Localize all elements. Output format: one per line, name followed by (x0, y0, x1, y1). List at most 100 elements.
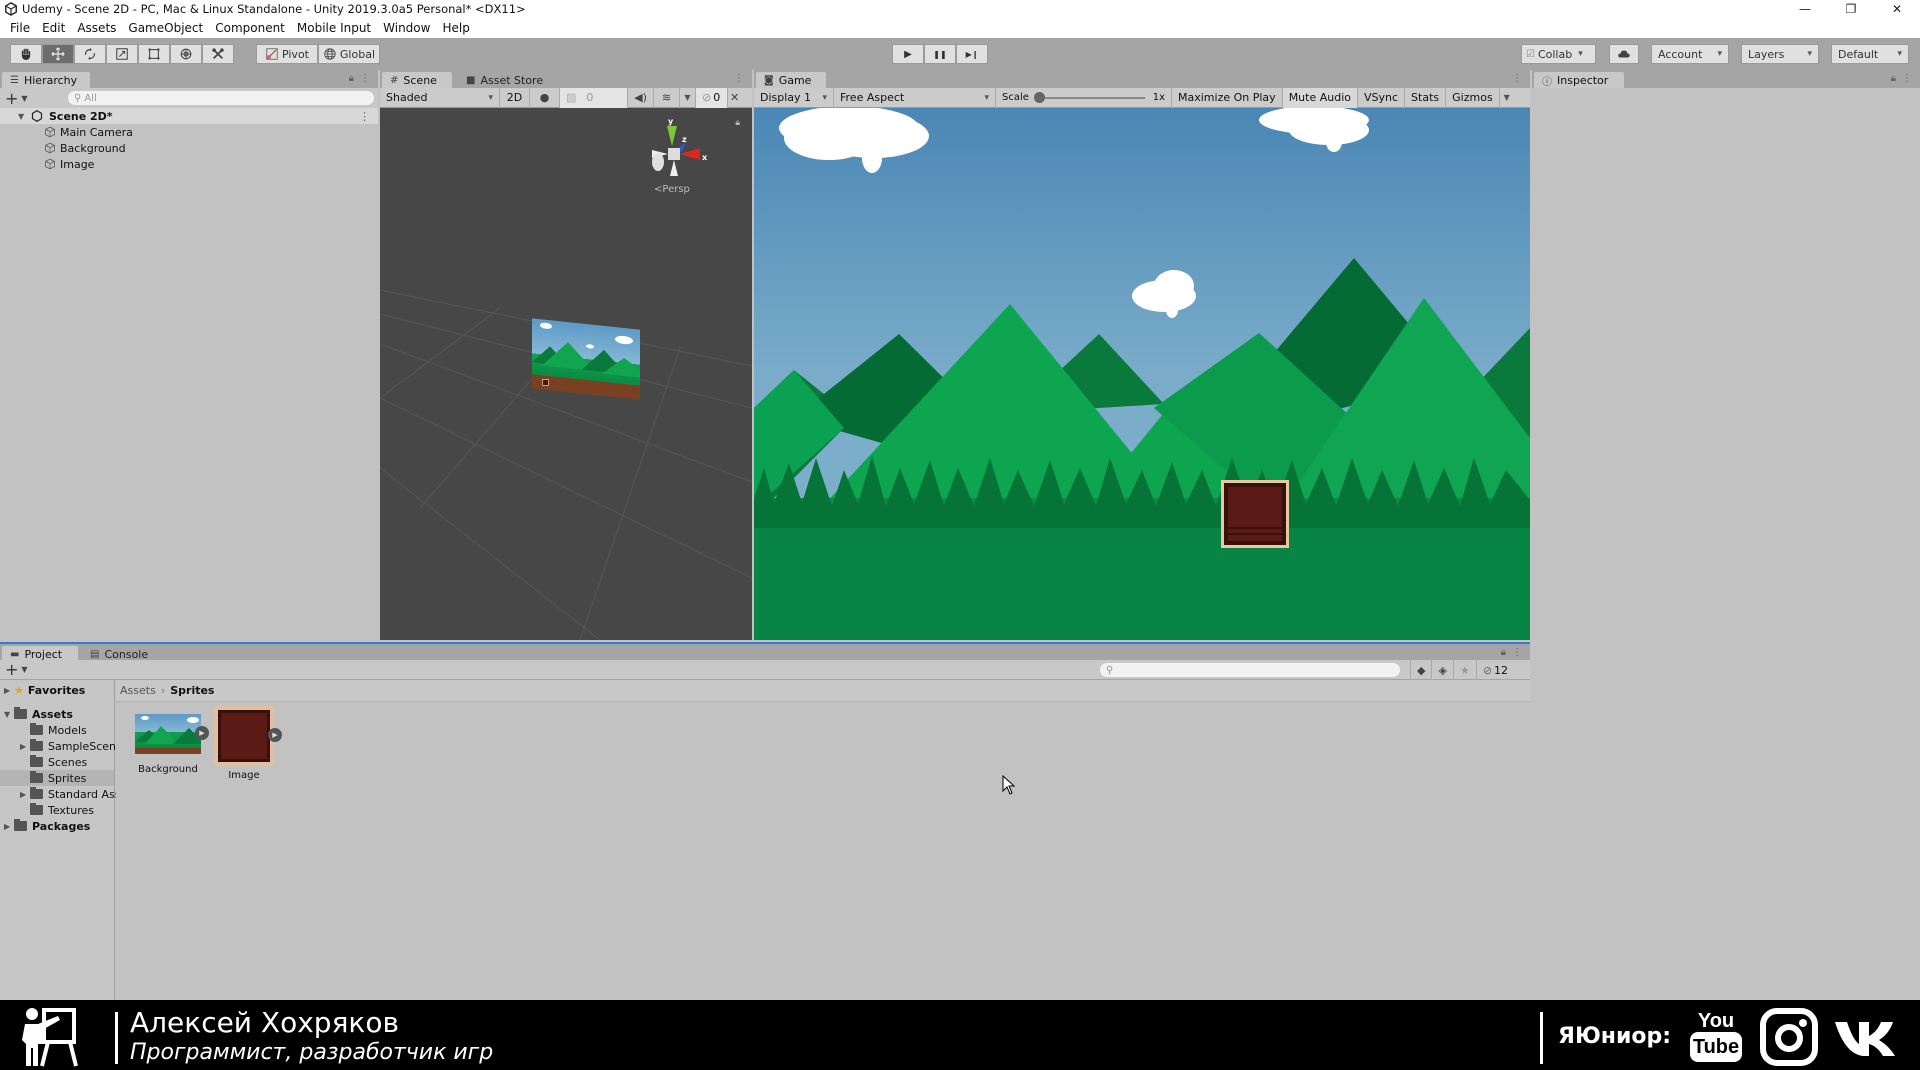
global-toggle[interactable]: Global (318, 44, 380, 64)
create-dropdown-icon[interactable]: ▼ (21, 665, 27, 674)
scene-background-sprite[interactable] (532, 318, 640, 400)
menu-file[interactable]: File (4, 21, 36, 35)
gizmo-lock-icon[interactable]: 🔒︎ (735, 118, 740, 128)
assets-root-row[interactable]: ▼ Assets (4, 706, 73, 722)
youtube-icon[interactable]: You Tube (1690, 1010, 1742, 1068)
scale-tool-button[interactable] (106, 44, 138, 64)
scene-image-sprite[interactable] (542, 379, 549, 386)
stats-toggle[interactable]: Stats (1405, 87, 1447, 108)
breadcrumb-assets[interactable]: Assets (120, 684, 156, 697)
menu-gameobject[interactable]: GameObject (122, 21, 209, 35)
2d-mode-toggle[interactable]: 2D (500, 87, 530, 108)
display-dropdown[interactable]: Display 1 (754, 87, 834, 108)
favorites-row[interactable]: ▶ ★ Favorites (4, 682, 85, 698)
gizmos-toggle[interactable]: Gizmos (1446, 87, 1500, 108)
hierarchy-item[interactable]: Background (0, 140, 378, 156)
tab-game[interactable]: ◙ Game (756, 72, 826, 88)
close-button[interactable]: ✕ (1874, 0, 1920, 17)
tree-folder[interactable]: Scenes (20, 754, 87, 770)
game-viewport[interactable] (754, 108, 1530, 640)
lock-icon[interactable]: 🔒︎ (349, 73, 354, 84)
hidden-packages-toggle[interactable]: ⊘ 12 (1477, 660, 1514, 680)
account-dropdown[interactable]: Account (1651, 44, 1729, 64)
menu-component[interactable]: Component (209, 21, 291, 35)
crate-sprite[interactable] (1221, 480, 1289, 548)
panel-menu-icon[interactable]: ⋮ (360, 73, 370, 84)
panel-menu-icon[interactable]: ⋮ (1512, 647, 1522, 658)
audio-toggle[interactable]: ◀) (628, 87, 654, 108)
hidden-objects-toggle[interactable]: ⊘ 0 (696, 87, 728, 108)
create-button[interactable]: + (5, 89, 18, 108)
vsync-toggle[interactable]: VSync (1358, 87, 1406, 108)
panel-menu-icon[interactable]: ⋮ (1512, 73, 1522, 84)
menu-mobile-input[interactable]: Mobile Input (291, 21, 377, 35)
search-by-label-button[interactable]: ◈ (1432, 660, 1454, 680)
hierarchy-item[interactable]: Main Camera (0, 124, 378, 140)
menu-edit[interactable]: Edit (36, 21, 71, 35)
scene-viewport[interactable]: y z x <Persp 🔒︎ (380, 108, 752, 640)
effects-dropdown[interactable]: ▼ (680, 87, 696, 108)
custom-tool-button[interactable] (202, 44, 234, 64)
tools-toggle[interactable]: ✕ (728, 88, 742, 108)
minimize-button[interactable]: — (1782, 0, 1828, 17)
collab-dropdown[interactable]: ☑ Collab (1521, 44, 1596, 64)
maximize-on-play-toggle[interactable]: Maximize On Play (1172, 87, 1283, 108)
persp-label[interactable]: <Persp (654, 184, 690, 195)
menu-help[interactable]: Help (436, 21, 475, 35)
project-search-input[interactable]: ⚲ (1100, 663, 1400, 677)
fx-toggle[interactable]: ▨ 0 (560, 87, 628, 108)
lock-icon[interactable]: 🔒︎ (1891, 73, 1896, 84)
hierarchy-search-input[interactable]: ⚲ All (68, 91, 374, 105)
restore-button[interactable]: ❐ (1828, 0, 1874, 17)
gizmos-dropdown[interactable]: ▼ (1500, 88, 1514, 108)
cloud-button[interactable] (1609, 44, 1639, 64)
tab-hierarchy[interactable]: ☰ Hierarchy (2, 72, 90, 88)
search-by-type-button[interactable]: ◆ (1410, 660, 1433, 680)
scale-slider-track[interactable] (1038, 96, 1145, 99)
create-asset-button[interactable]: + (5, 660, 18, 679)
aspect-dropdown[interactable]: Free Aspect (834, 87, 996, 108)
scene-menu-icon[interactable]: ⋮ (359, 110, 370, 123)
menu-assets[interactable]: Assets (71, 21, 122, 35)
tab-inspector[interactable]: ⓘ Inspector (1534, 72, 1624, 88)
asset-tile[interactable]: ▶ Image (204, 706, 284, 781)
mute-audio-toggle[interactable]: Mute Audio (1282, 87, 1358, 108)
tree-folder-selected[interactable]: Sprites (0, 770, 114, 786)
rotate-tool-button[interactable] (74, 44, 106, 64)
lighting-toggle[interactable]: ● (530, 87, 560, 108)
tab-scene[interactable]: # Scene (382, 72, 452, 88)
scale-slider[interactable]: Scale 1x (996, 87, 1172, 108)
tab-asset-store[interactable]: ■ Asset Store (458, 72, 558, 88)
expand-sprite-button[interactable]: ▶ (268, 728, 282, 742)
tree-folder[interactable]: Models (20, 722, 87, 738)
pivot-toggle[interactable]: Pivot (256, 44, 318, 64)
scene-root-row[interactable]: ▼ Scene 2D* ⋮ (0, 108, 378, 124)
menu-window[interactable]: Window (377, 21, 436, 35)
breadcrumb-sprites[interactable]: Sprites (170, 684, 214, 697)
hierarchy-item[interactable]: Image (0, 156, 378, 172)
packages-row[interactable]: ▶ Packages (4, 818, 90, 834)
move-tool-button[interactable] (42, 44, 74, 64)
scale-slider-thumb[interactable] (1034, 91, 1045, 103)
instagram-icon[interactable] (1760, 1008, 1818, 1066)
tree-folder[interactable]: Textures (20, 802, 94, 818)
tree-folder[interactable]: ▶ Standard Assets (20, 786, 116, 802)
effects-toggle[interactable]: ≋ (654, 87, 680, 108)
create-dropdown-icon[interactable]: ▼ (21, 94, 27, 103)
lock-icon[interactable]: 🔒︎ (1501, 647, 1506, 658)
panel-menu-icon[interactable]: ⋮ (1902, 73, 1912, 84)
asset-tile[interactable]: ▶ Background (128, 714, 209, 775)
vk-icon[interactable] (1833, 1018, 1897, 1058)
panel-menu-icon[interactable]: ⋮ (734, 73, 744, 84)
step-button[interactable]: ▶❙ (956, 44, 988, 64)
rect-tool-button[interactable] (138, 44, 170, 64)
layers-dropdown[interactable]: Layers (1741, 44, 1819, 64)
layout-dropdown[interactable]: Default (1831, 44, 1909, 64)
transform-tool-button[interactable] (170, 44, 202, 64)
shading-mode-dropdown[interactable]: Shaded (380, 87, 500, 108)
favorites-filter-button[interactable]: ★ (1454, 660, 1477, 680)
play-button[interactable]: ▶ (892, 44, 924, 64)
scene-gizmo[interactable]: y z x <Persp (646, 116, 726, 206)
hand-tool-button[interactable] (10, 44, 42, 64)
pause-button[interactable]: ❚❚ (924, 44, 956, 64)
